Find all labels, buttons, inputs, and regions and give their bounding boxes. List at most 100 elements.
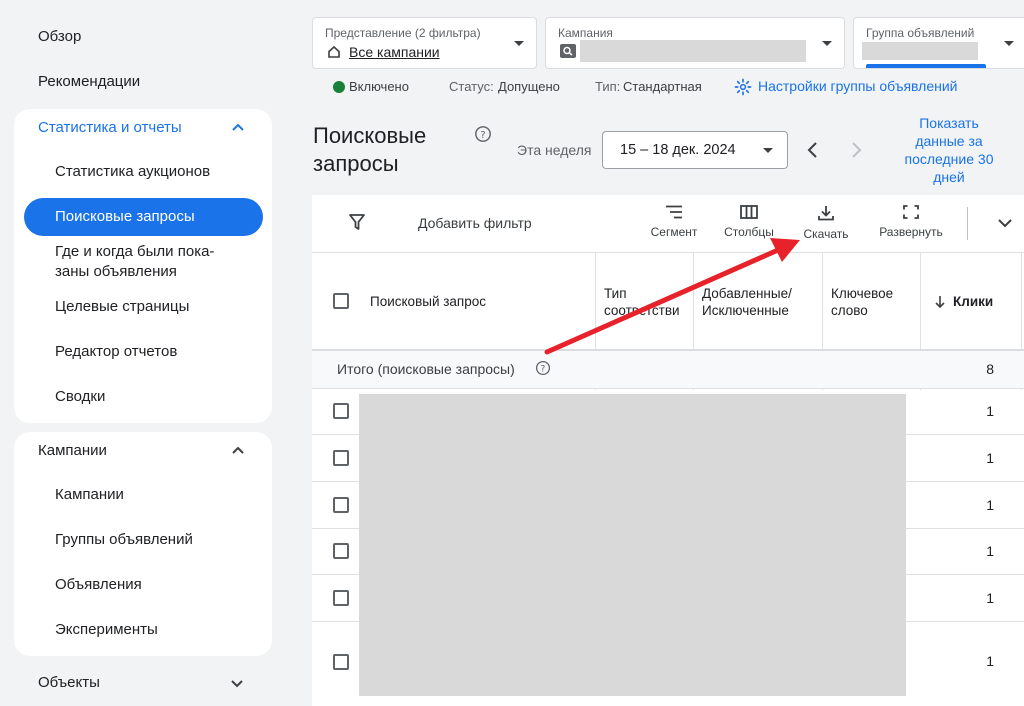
main-content: Представление (2 фильтра) Все кампании К… [312,0,1024,706]
filter-icon[interactable] [348,213,366,231]
page-title: Поисковые запросы [313,122,426,178]
type-label: Тип: [595,79,621,94]
toolbar-divider [967,207,968,240]
search-campaign-icon [560,44,576,58]
help-icon[interactable]: ? [474,125,492,143]
row-checkbox[interactable] [333,450,349,466]
sidebar-item-ads[interactable]: Объявления [55,575,142,595]
ad-group-selected-indicator [866,64,986,68]
chevron-down-icon[interactable] [229,675,245,691]
page-title-line2: запросы [313,151,399,176]
chevron-right-icon[interactable] [848,140,864,160]
svg-text:?: ? [541,365,546,375]
dropdown-arrow-icon [1004,41,1014,46]
show-last-30-days-link[interactable]: Показать данные за последние 30 дней [894,114,1004,186]
redacted-campaign-name [580,40,806,62]
total-row-label: Итого (поисковые запросы) [337,361,515,377]
table-toolbar: Добавить фильтр Сегмент Столбцы Скачать [312,195,1024,253]
row-checkbox[interactable] [333,590,349,606]
sidebar-item-report-editor[interactable]: Редактор отчетов [55,342,177,362]
row-clicks-value: 1 [986,497,994,513]
sidebar-item-search-terms-label[interactable]: Поисковые запросы [55,207,195,227]
sidebar-item-auction-insights[interactable]: Статистика аукционов [55,162,210,182]
stats-group-title[interactable]: Статистика и отчеты [38,119,182,136]
sidebar-item-experiments[interactable]: Эксперименты [55,620,158,640]
date-range-picker[interactable]: 15 – 18 дек. 2024 [602,131,788,169]
view-filter-value: Все кампании [349,44,440,60]
gear-icon[interactable] [734,78,752,96]
row-divider [312,388,1024,389]
fullscreen-icon [903,205,919,219]
total-clicks-value: 8 [986,361,994,377]
svg-text:?: ? [480,130,485,141]
ad-group-filter-dropdown[interactable]: Группа объявлений [853,17,1024,69]
expand-button[interactable]: Развернуть [874,205,948,239]
redacted-search-terms [359,394,906,696]
download-button[interactable]: Скачать [798,205,854,241]
status-label: Статус: [449,79,494,94]
sidebar-item-when-where[interactable]: Где и когда были пока- заны объявления [55,242,214,282]
type-value: Стандартная [623,79,702,94]
ad-group-settings-link[interactable]: Настройки группы объявлений [758,78,958,94]
nav-objects[interactable]: Объекты [38,674,100,691]
column-header-match-type[interactable]: Тип соответстви [604,285,686,319]
nav-recommendations[interactable]: Рекомендации [38,73,140,90]
columns-label: Столбцы [724,225,774,239]
add-filter-button[interactable]: Добавить фильтр [418,215,532,231]
row-clicks-value: 1 [986,403,994,419]
sidebar-item-summaries[interactable]: Сводки [55,387,105,407]
dropdown-arrow-icon [822,41,832,46]
columns-icon [740,205,758,219]
enabled-dot-icon [333,81,345,93]
date-range-label: Эта неделя [517,142,592,158]
status-value: Допущено [498,79,560,94]
sort-down-arrow-icon [935,296,945,309]
column-header-search-term[interactable]: Поисковый запрос [370,293,486,310]
column-header-keyword[interactable]: Ключевое слово [831,285,893,319]
column-header-clicks[interactable]: Клики [953,293,993,310]
dropdown-arrow-icon [514,41,524,46]
campaigns-group-title[interactable]: Кампании [38,442,107,459]
segment-button[interactable]: Сегмент [646,205,702,239]
ad-group-filter-label: Группа объявлений [866,26,975,40]
campaigns-group-card: Кампании Кампании Группы объявлений Объя… [14,432,272,656]
select-all-checkbox[interactable] [333,293,349,309]
page-title-line1: Поисковые [313,123,427,148]
sidebar-item-landing-pages[interactable]: Целевые страницы [55,297,189,317]
campaign-filter-label: Кампания [558,26,613,40]
row-clicks-value: 1 [986,450,994,466]
dropdown-arrow-icon [763,148,773,153]
download-label: Скачать [803,227,849,241]
row-checkbox[interactable] [333,543,349,559]
column-header-added-excluded[interactable]: Добавленные/ Исключенные [702,285,792,319]
stats-group-card: Статистика и отчеты Статистика аукционов… [14,109,272,423]
nav-overview[interactable]: Обзор [38,28,81,45]
segment-icon [666,205,682,219]
chevron-down-icon[interactable] [997,217,1013,229]
home-icon [328,45,340,58]
chevron-up-icon[interactable] [230,120,246,136]
row-checkbox[interactable] [333,497,349,513]
sidebar-item-campaigns[interactable]: Кампании [55,485,124,505]
view-filter-label: Представление (2 фильтра) [325,26,481,40]
segment-label: Сегмент [650,225,698,239]
download-icon [818,206,834,221]
sidebar: Обзор Рекомендации Статистика и отчеты С… [0,0,290,706]
chevron-up-icon[interactable] [230,443,246,459]
sidebar-item-ad-groups[interactable]: Группы объявлений [55,530,193,550]
chevron-left-icon[interactable] [805,140,821,160]
row-clicks-value: 1 [986,653,994,669]
columns-button[interactable]: Столбцы [720,205,778,239]
date-range-value: 15 – 18 дек. 2024 [620,142,736,158]
help-icon[interactable]: ? [535,360,551,376]
expand-label: Развернуть [879,225,943,239]
row-checkbox[interactable] [333,654,349,670]
row-clicks-value: 1 [986,590,994,606]
campaign-filter-dropdown[interactable]: Кампания [545,17,845,69]
row-checkbox[interactable] [333,403,349,419]
view-filter-dropdown[interactable]: Представление (2 фильтра) Все кампании [312,17,537,69]
enabled-label[interactable]: Включено [349,79,409,94]
search-terms-table: Поисковый запрос Тип соответстви Добавле… [312,253,1024,706]
redacted-ad-group-name [862,42,978,60]
row-clicks-value: 1 [986,543,994,559]
